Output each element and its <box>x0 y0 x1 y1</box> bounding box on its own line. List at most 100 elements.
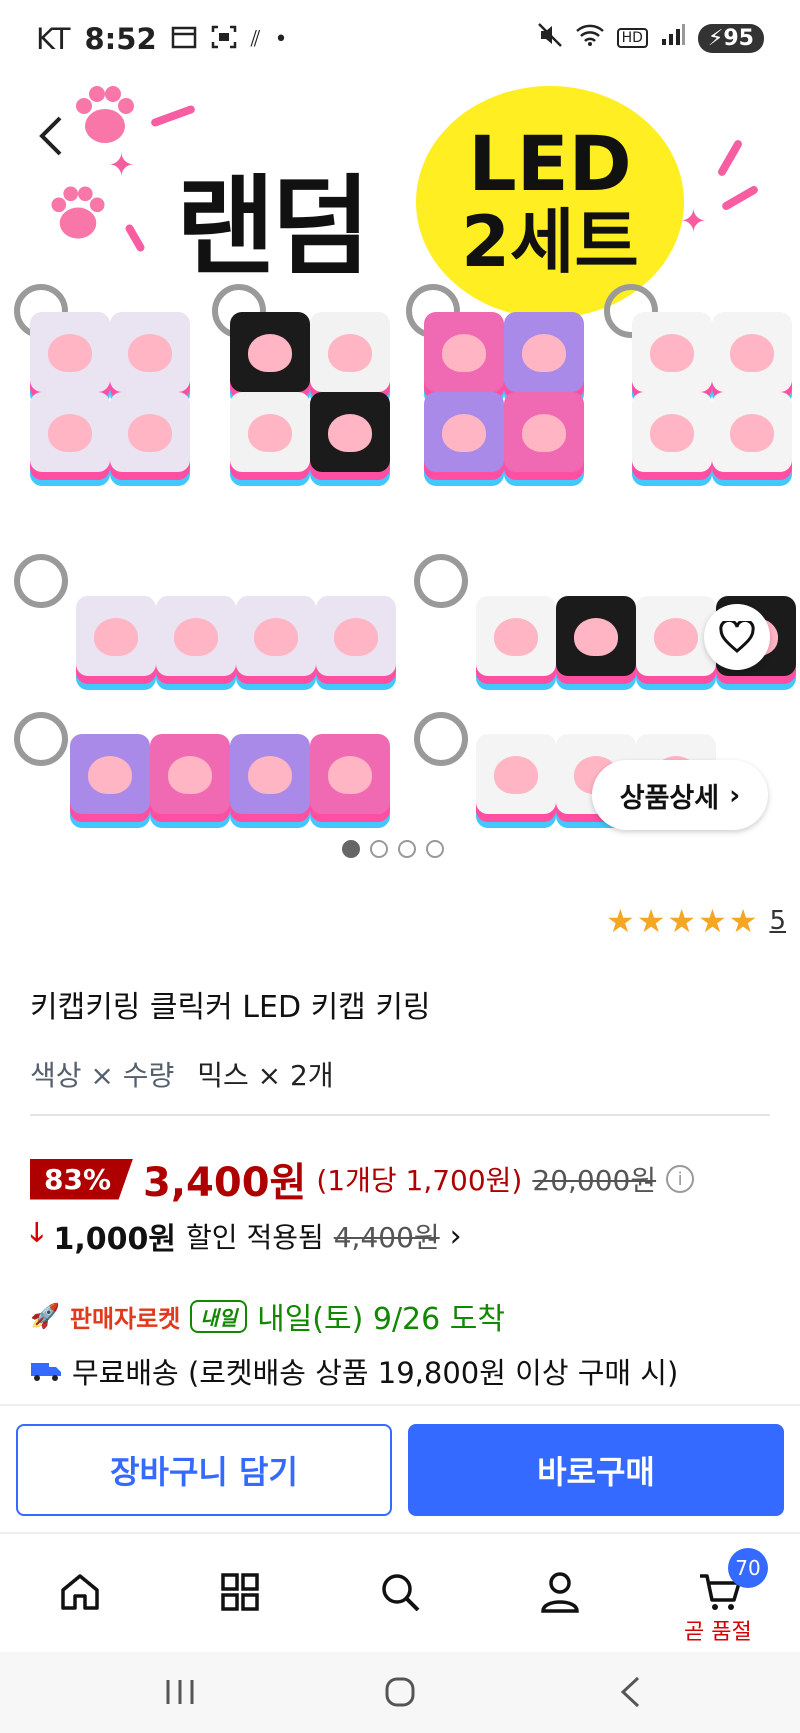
heart-icon <box>719 621 755 653</box>
keycap-set-illustration <box>30 312 190 472</box>
hero-badge-line2: 2세트 <box>461 201 639 283</box>
decorative-stroke <box>720 184 760 212</box>
carousel-dot[interactable] <box>370 840 388 858</box>
nav-search[interactable] <box>370 1562 430 1622</box>
unit-price: (1개당 1,700원) <box>316 1164 523 1197</box>
purchase-bar: 장바구니 담기 바로구매 <box>0 1404 800 1532</box>
carousel-dot[interactable] <box>426 840 444 858</box>
star-icon: ★ <box>606 902 635 940</box>
recent-apps-icon <box>166 1680 194 1704</box>
product-rating[interactable]: ★ ★ ★ ★ ★ 5 <box>606 902 786 940</box>
calendar-icon <box>171 22 197 56</box>
search-icon <box>382 1574 420 1612</box>
product-title: 키캡키링 클릭커 LED 키캡 키링 <box>30 990 431 1025</box>
keyring-illustration <box>414 712 468 766</box>
clock: 8:52 <box>84 22 157 56</box>
coupon-before-price: 4,400원 <box>333 1221 440 1254</box>
star-icon: ★ <box>698 902 727 940</box>
coupon-amount: 1,000원 <box>53 1222 177 1257</box>
paw-icon <box>76 86 134 143</box>
hero-title: 랜덤 <box>176 165 371 290</box>
original-price: 20,000원 <box>532 1164 657 1197</box>
keycap-set-illustration <box>70 734 390 814</box>
bottom-navigation: 70 곧 품절 <box>0 1532 800 1652</box>
info-icon[interactable]: i <box>666 1165 695 1193</box>
arrival-date: 내일(토) 9/26 도착 <box>257 1302 505 1337</box>
star-icon: ★ <box>636 902 666 940</box>
nav-categories[interactable] <box>210 1562 270 1622</box>
keyring-illustration <box>14 554 68 608</box>
option-selector[interactable]: 색상 × 수량 믹스 × 2개 <box>30 1054 334 1094</box>
option-value: 믹스 × 2개 <box>197 1059 334 1092</box>
wishlist-button[interactable] <box>704 604 770 670</box>
carousel-dot[interactable] <box>398 840 416 858</box>
option-key: 색상 × 수량 <box>30 1059 175 1092</box>
carousel-indicator <box>342 840 444 858</box>
seller-rocket-label: 판매자로켓 <box>69 1304 181 1333</box>
battery-level: 95 <box>723 25 754 51</box>
sparkle-icon: ✦ <box>108 146 135 184</box>
delivery-row: 🚀 판매자로켓 내일 내일(토) 9/26 도착 <box>30 1294 505 1338</box>
keycap-set-illustration <box>424 312 584 472</box>
shipping-row: 무료배송 (로켓배송 상품 19,800원 이상 구매 시) <box>30 1350 678 1392</box>
product-image-carousel[interactable]: ✦ ✦ 랜덤 LED 2세트 상품상세 › <box>0 84 800 874</box>
status-left: KT 8:52 ⫽ • <box>36 22 287 56</box>
grid-icon <box>221 1573 259 1611</box>
decorative-stroke <box>150 104 196 128</box>
tomorrow-tag: 내일 <box>190 1299 248 1333</box>
keyring-illustration <box>14 712 68 766</box>
hero-badge-line1: LED <box>468 119 632 208</box>
divider <box>30 1114 770 1116</box>
mute-icon <box>537 22 563 54</box>
add-to-cart-button[interactable]: 장바구니 담기 <box>16 1424 392 1516</box>
coupon-label: 할인 적용됨 <box>186 1221 324 1254</box>
price-row: 83% 3,400원 (1개당 1,700원) 20,000원 i <box>30 1150 695 1208</box>
home-circle-icon <box>385 1677 415 1707</box>
wifi-icon <box>575 23 605 53</box>
keycap-set-illustration <box>76 596 396 676</box>
discount-badge: 83% <box>30 1158 134 1200</box>
home-system-button[interactable] <box>370 1670 430 1714</box>
chevron-left-icon <box>39 116 62 156</box>
product-detail-label: 상품상세 <box>619 782 720 814</box>
battery-indicator: ⚡95 <box>697 23 764 53</box>
data-saver-icon: ⫽ <box>250 26 261 52</box>
screenshot-icon <box>211 22 237 56</box>
buy-now-button[interactable]: 바로구매 <box>408 1424 784 1516</box>
hd-label: HD <box>616 28 648 48</box>
rocket-icon: 🚀 <box>30 1302 60 1330</box>
carrier-label: KT <box>36 22 71 56</box>
carousel-dot[interactable] <box>342 840 360 858</box>
down-arrow-icon: 🡓 <box>30 1218 44 1248</box>
back-system-button[interactable] <box>600 1670 660 1714</box>
home-icon <box>61 1574 99 1610</box>
chevron-right-icon: › <box>729 779 741 811</box>
sparkle-icon: ✦ <box>680 202 707 240</box>
cart-count-badge: 70 <box>728 1548 768 1588</box>
star-icon: ★ <box>667 902 697 940</box>
product-detail-button[interactable]: 상품상세 › <box>592 760 768 830</box>
sale-price: 3,400원 <box>143 1160 307 1206</box>
system-navigation-bar <box>0 1652 800 1733</box>
decorative-stroke <box>124 223 146 253</box>
nav-home[interactable] <box>50 1562 110 1622</box>
coupon-row[interactable]: 🡓 1,000원 할인 적용됨 4,400원 › <box>30 1214 462 1258</box>
signal-icon <box>660 23 686 53</box>
chevron-right-icon: › <box>449 1218 462 1254</box>
status-right: HD ⚡95 <box>537 22 764 54</box>
status-bar: KT 8:52 ⫽ • HD ⚡95 <box>0 0 800 84</box>
user-icon <box>541 1572 579 1613</box>
more-dot-icon: • <box>274 26 288 52</box>
decorative-stroke <box>716 138 744 178</box>
truck-icon <box>31 1363 61 1381</box>
nav-my-account[interactable] <box>530 1562 590 1622</box>
keycap-set-illustration <box>632 312 792 472</box>
keyring-illustration <box>414 554 468 608</box>
recent-apps-button[interactable] <box>150 1670 210 1714</box>
shipping-text: 무료배송 (로켓배송 상품 19,800원 이상 구매 시) <box>72 1356 679 1390</box>
paw-icon <box>51 186 105 239</box>
review-count-link[interactable]: 5 <box>769 906 786 936</box>
star-icon: ★ <box>728 902 758 940</box>
soldout-label: 곧 품절 <box>684 1620 752 1645</box>
keycap-set-illustration <box>230 312 390 472</box>
